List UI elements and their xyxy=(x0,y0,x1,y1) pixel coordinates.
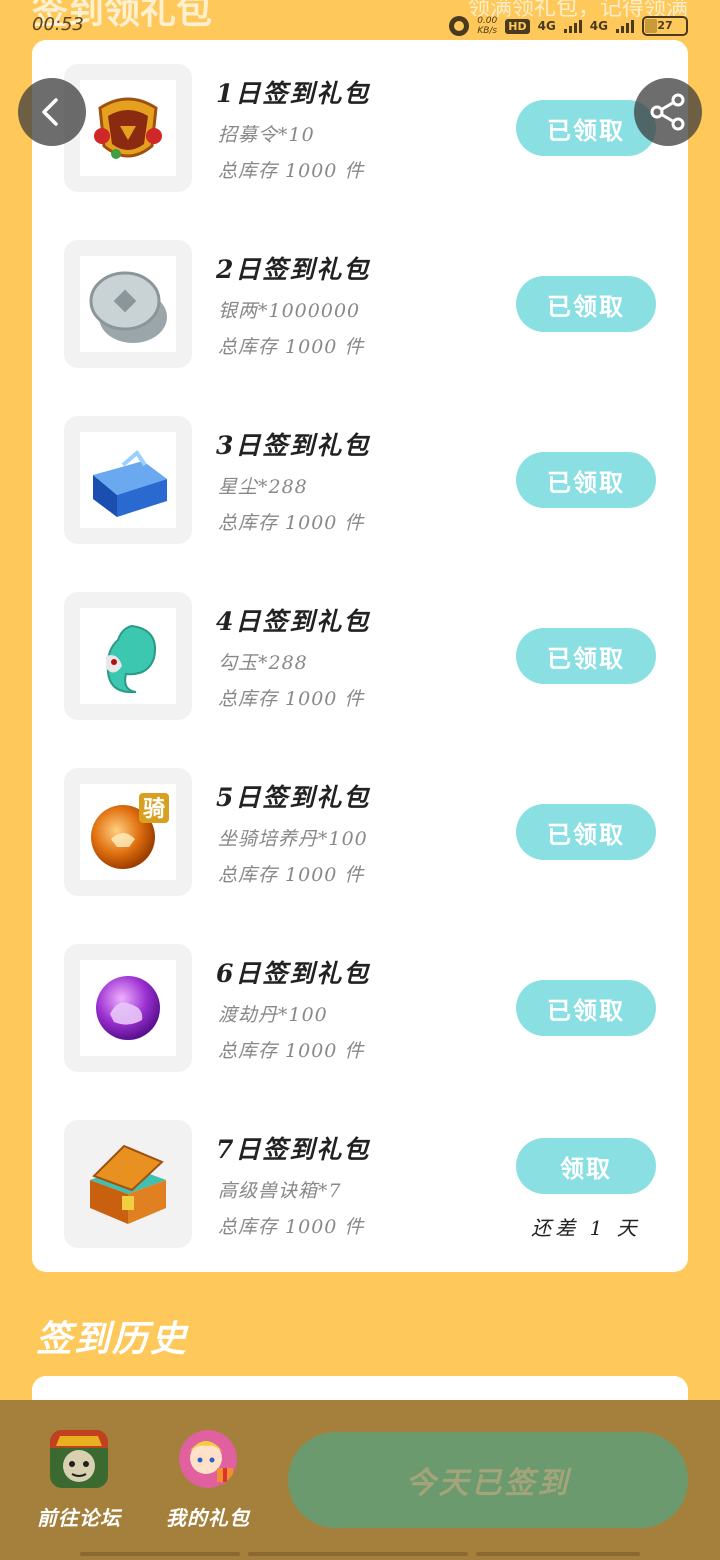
home-indicator-segment xyxy=(476,1552,640,1556)
battery-icon: 27 xyxy=(642,16,688,36)
claimed-button[interactable]: 已领取 xyxy=(516,628,656,684)
signal-1-icon xyxy=(563,19,582,33)
gift-thumb: 骑 xyxy=(64,768,192,896)
gift-title: 2日签到礼包 xyxy=(216,255,371,284)
gift-thumb xyxy=(64,416,192,544)
share-icon xyxy=(650,93,685,131)
home-indicator-segment xyxy=(248,1552,468,1556)
gift-thumb xyxy=(64,944,192,1072)
gift-stock: 总库存 1000 件 xyxy=(218,512,365,534)
gift-title: 3日签到礼包 xyxy=(216,431,371,460)
status-time: 00:53 xyxy=(32,14,84,35)
gift-row-day-7: 7日签到礼包 高级兽诀箱*7 总库存 1000 件 领取 还差 1 天 xyxy=(32,1120,688,1248)
gift-row-day-6: 6日签到礼包 渡劫丹*100 总库存 1000 件 已领取 xyxy=(32,944,688,1072)
gift-thumb xyxy=(64,64,192,192)
gift-title: 7日签到礼包 xyxy=(216,1135,371,1164)
gift-row-day-3: 3日签到礼包 星尘*288 总库存 1000 件 已领取 xyxy=(32,416,688,544)
gift-thumb xyxy=(64,1120,192,1248)
network-2-label: 4G xyxy=(589,19,608,33)
bottom-bar: 前往论坛 我的礼包 今天已签到 xyxy=(0,1400,720,1560)
silver-coin-icon xyxy=(89,271,167,343)
gift-row-day-2: 2日签到礼包 银两*1000000 总库存 1000 件 已领取 xyxy=(32,240,688,368)
gift-stock: 总库存 1000 件 xyxy=(218,336,365,358)
back-button[interactable] xyxy=(18,78,86,146)
gift-thumb xyxy=(64,592,192,720)
my-gifts-icon xyxy=(179,1430,237,1488)
my-gifts-nav-item[interactable]: 我的礼包 xyxy=(143,1430,273,1531)
gift-content: 招募令*10 xyxy=(218,124,315,146)
gift-stock: 总库存 1000 件 xyxy=(218,864,365,886)
alarm-icon xyxy=(449,16,470,36)
mount-badge-char: 骑 xyxy=(143,797,165,822)
share-button[interactable] xyxy=(634,78,702,146)
tribulation-pill-icon xyxy=(96,976,160,1040)
status-bar: 签到领礼包 领满领礼包，记得领满 00:53 0.00 KB/s HD 4G 4… xyxy=(0,0,720,42)
gift-content: 勾玉*288 xyxy=(218,652,308,674)
network-1-label: 4G xyxy=(537,19,556,33)
home-indicator-segment xyxy=(80,1552,240,1556)
gift-stock: 总库存 1000 件 xyxy=(218,1040,365,1062)
claim-button[interactable]: 领取 xyxy=(516,1138,656,1194)
gift-thumb xyxy=(64,240,192,368)
gift-content: 坐骑培养丹*100 xyxy=(218,828,368,850)
days-remaining: 还差 1 天 xyxy=(531,1216,641,1240)
claimed-button[interactable]: 已领取 xyxy=(516,276,656,332)
forum-icon xyxy=(50,1430,108,1488)
gift-title: 5日签到礼包 xyxy=(216,783,371,812)
stardust-chest-icon xyxy=(93,450,167,517)
signed-in-today-button[interactable]: 今天已签到 xyxy=(288,1432,688,1528)
gift-stock: 总库存 1000 件 xyxy=(218,160,365,182)
net-speed: 0.00 KB/s xyxy=(477,16,497,36)
gift-row-day-1: 1日签到礼包 招募令*10 总库存 1000 件 已领取 xyxy=(32,64,688,192)
magatama-icon xyxy=(106,624,156,694)
battery-level: 27 xyxy=(657,19,673,32)
signal-2-icon xyxy=(616,19,634,33)
gift-content: 渡劫丹*100 xyxy=(218,1004,328,1026)
gift-list-card: 1日签到礼包 招募令*10 总库存 1000 件 已领取 2日签到礼包 银两*1… xyxy=(32,40,688,1272)
recruit-token-icon xyxy=(94,97,162,159)
gift-row-day-4: 4日签到礼包 勾玉*288 总库存 1000 件 已领取 xyxy=(32,592,688,720)
gift-title: 6日签到礼包 xyxy=(216,959,371,988)
hd-icon: HD xyxy=(505,18,530,34)
forum-label: 前往论坛 xyxy=(37,1506,121,1530)
gift-title: 1日签到礼包 xyxy=(216,79,371,108)
gift-content: 银两*1000000 xyxy=(218,300,361,322)
claimed-button[interactable]: 已领取 xyxy=(516,980,656,1036)
gift-content: 星尘*288 xyxy=(218,476,308,498)
my-gifts-label: 我的礼包 xyxy=(166,1506,250,1530)
gift-stock: 总库存 1000 件 xyxy=(218,688,365,710)
mount-pill-icon: 骑 xyxy=(91,793,169,869)
gift-content: 高级兽诀箱*7 xyxy=(218,1180,342,1202)
claimed-button[interactable]: 已领取 xyxy=(516,804,656,860)
claimed-button[interactable]: 已领取 xyxy=(516,452,656,508)
gift-title: 4日签到礼包 xyxy=(216,607,371,636)
treasure-chest-icon xyxy=(90,1144,166,1224)
gift-row-day-5: 骑 5日签到礼包 坐骑培养丹*100 总库存 1000 件 已领取 xyxy=(32,768,688,896)
status-icons: 0.00 KB/s HD 4G 4G 27 xyxy=(449,16,688,36)
net-speed-unit: KB/s xyxy=(477,26,498,36)
history-section-title: 签到历史 xyxy=(36,1318,189,1360)
net-speed-value: 0.00 xyxy=(477,16,498,26)
forum-nav-item[interactable]: 前往论坛 xyxy=(14,1430,144,1531)
chevron-left-icon xyxy=(42,98,58,126)
gift-stock: 总库存 1000 件 xyxy=(218,1216,365,1238)
